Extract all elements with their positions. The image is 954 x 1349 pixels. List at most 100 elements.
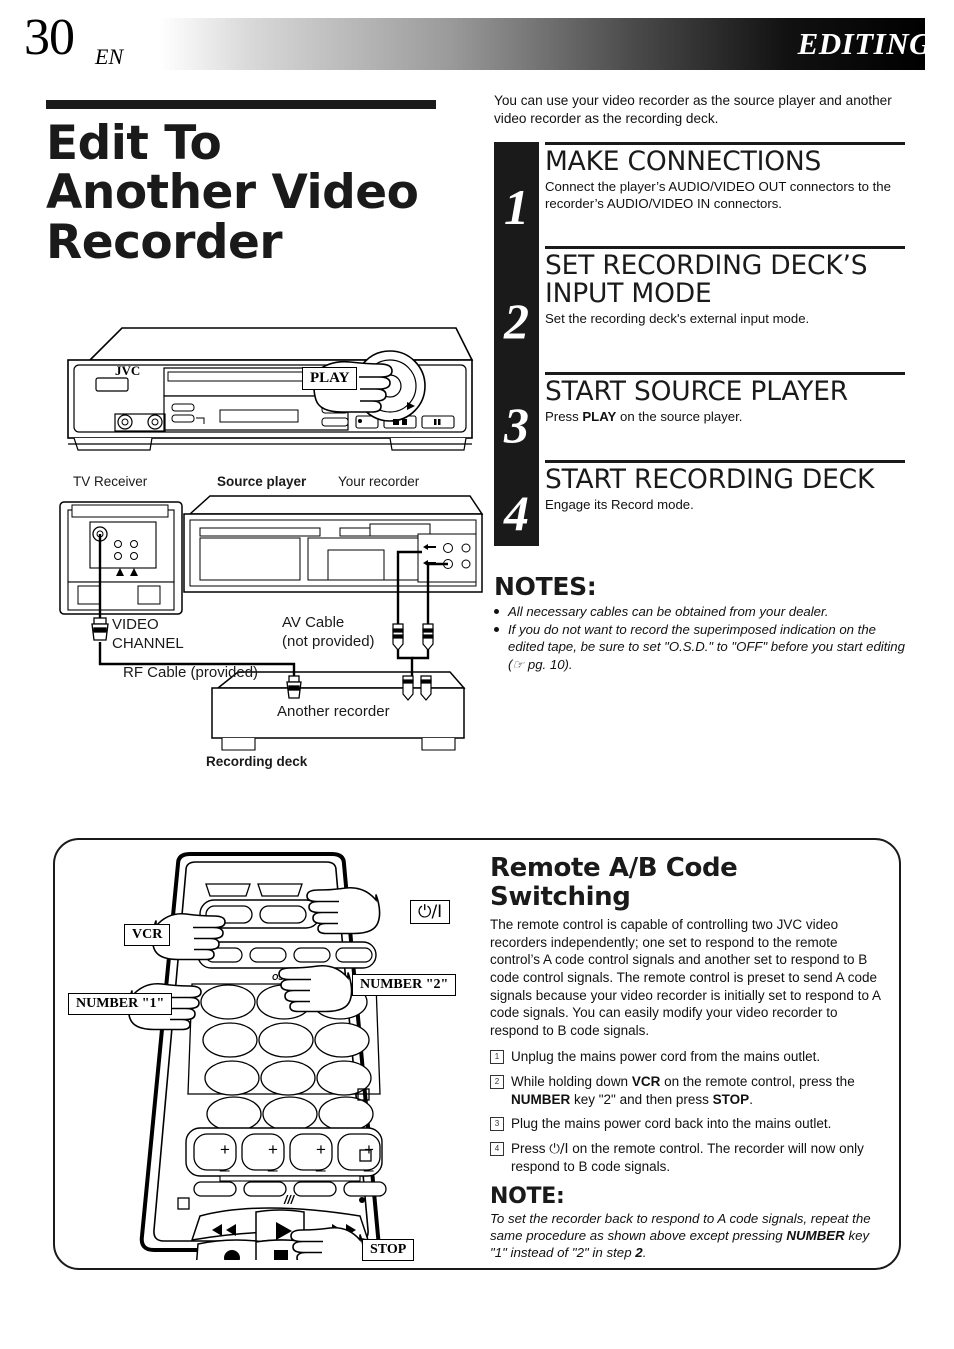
remote-ab-step-2-t2: on the remote control, press the — [660, 1074, 855, 1089]
step-body-3: Press PLAY on the source player. — [545, 409, 905, 426]
remote-ab-step-4-t1: Press — [511, 1140, 550, 1156]
step-box-number: 1 — [490, 1050, 504, 1065]
label-recording-deck: Recording deck — [206, 754, 308, 769]
remote-ab-note: To set the recorder back to respond to A… — [490, 1210, 882, 1262]
note-item: All necessary cables can be obtained fro… — [494, 603, 913, 620]
callout-number-2: NUMBER "2" — [352, 974, 457, 996]
step-box-number: 4 — [490, 1141, 504, 1156]
remote-ab-panel: + + + + _ _ _ _ ⏻/I OSD — [53, 838, 901, 1270]
step-rule-1 — [545, 142, 905, 146]
remote-ab-step-1-text: Unplug the mains power cord from the mai… — [511, 1049, 821, 1065]
step-rule-4 — [545, 460, 905, 464]
steps-list: 1 MAKE CONNECTIONS Connect the player’s … — [494, 142, 914, 547]
play-callout: PLAY — [302, 367, 358, 390]
remote-ab-step-2-t1: While holding down — [511, 1074, 632, 1089]
connection-diagram: TV Receiver Source player Your recorder … — [50, 472, 490, 802]
step-body-1: Connect the player’s AUDIO/VIDEO OUT con… — [545, 179, 891, 212]
step-number-4: 4 — [504, 485, 529, 542]
step-body-3-bold: PLAY — [582, 409, 617, 425]
step-heading-3: START SOURCE PLAYER — [545, 376, 848, 408]
callout-vcr: VCR — [124, 924, 171, 946]
remote-ab-step-2-t3: key "2" and then press — [570, 1091, 713, 1107]
step-number-2: 2 — [504, 293, 529, 350]
remote-ab-title-line-1: Remote A/B Code — [490, 853, 738, 883]
step-body-3-prefix: Press — [545, 409, 583, 425]
remote-ab-step-2: 2 While holding down VCR on the remote c… — [490, 1073, 903, 1108]
title-rule — [46, 100, 436, 109]
pointing-hand-power — [306, 886, 381, 935]
remote-ab-note-t3: . — [642, 1245, 647, 1261]
notes-heading: NOTES: — [494, 572, 597, 602]
step-item-1: 1 MAKE CONNECTIONS Connect the player’s … — [494, 142, 914, 246]
remote-ab-note-b1: NUMBER — [786, 1228, 845, 1244]
notes-list: All necessary cables can be obtained fro… — [494, 603, 914, 673]
step-rule-3 — [545, 372, 905, 376]
remote-ab-step-3: 3 Plug the mains power cord back into th… — [490, 1115, 903, 1133]
label-rf-cable: RF Cable (provided) — [123, 664, 259, 681]
step-number-3: 3 — [504, 397, 529, 454]
step-number-1: 1 — [504, 179, 529, 236]
pointing-hand-number2 — [278, 964, 353, 1013]
page-title-line-3: Recorder — [46, 214, 283, 270]
callout-number-1: NUMBER "1" — [68, 993, 173, 1015]
remote-ab-steps: 1 Unplug the mains power cord from the m… — [490, 1048, 888, 1175]
label-tv-receiver: TV Receiver — [73, 474, 148, 489]
step-body-2: Set the recording deck's external input … — [545, 311, 810, 327]
label-av-cable-line1: AV Cable — [282, 614, 345, 631]
remote-ab-step-2-t4: . — [749, 1091, 753, 1107]
note-item: If you do not want to record the superim… — [494, 621, 913, 672]
step-item-3: 3 START SOURCE PLAYER Press PLAY on the … — [494, 372, 914, 460]
step-heading-4: START RECORDING DECK — [545, 464, 875, 496]
right-column: You can use your video recorder as the s… — [494, 92, 914, 674]
remote-control-illustration: + + + + _ _ _ _ ⏻/I OSD — [60, 850, 470, 1261]
label-video-line2: CHANNEL — [112, 635, 184, 652]
section-title: EDITING — [797, 26, 932, 61]
callout-stop: STOP — [362, 1239, 415, 1261]
label-your-recorder: Your recorder — [338, 474, 420, 489]
svg-text:_: _ — [363, 1153, 374, 1172]
label-video-line1: VIDEO — [112, 616, 159, 633]
jvc-logo: JVC — [115, 363, 140, 378]
page-title: Edit To Another Video Recorder — [46, 119, 476, 267]
page-title-line-1: Edit To — [46, 116, 222, 171]
pointing-hand-stop — [290, 1226, 365, 1260]
svg-text:_: _ — [315, 1153, 326, 1172]
page-title-line-2: Another Video — [46, 165, 419, 221]
step-body-4: Engage its Record mode. — [545, 497, 694, 513]
remote-ab-body: The remote control is capable of control… — [490, 917, 881, 1038]
manual-page: 30 EN EDITING Edit To Another Video Reco… — [0, 0, 954, 1349]
step-rule-2 — [545, 246, 905, 250]
step-box-number: 3 — [490, 1117, 504, 1132]
remote-ab-step-3-text: Plug the mains power cord back into the … — [511, 1116, 832, 1132]
intro-paragraph: You can use your video recorder as the s… — [494, 93, 892, 127]
vcr-front-illustration: JVC PLAY — [60, 320, 480, 465]
step-heading-1: MAKE CONNECTIONS — [545, 146, 822, 178]
page-header: 30 EN EDITING — [0, 12, 954, 70]
remote-ab-step-2-b3: STOP — [712, 1091, 750, 1107]
power-icon: ⏻/I — [549, 1140, 569, 1157]
remote-ab-step-2-b1: VCR — [631, 1074, 661, 1089]
page-number: 30 — [24, 9, 75, 66]
remote-ab-title-line-2: Switching — [490, 881, 631, 912]
svg-text:///: /// — [283, 1193, 296, 1207]
svg-text:_: _ — [267, 1153, 278, 1172]
svg-text:_: _ — [219, 1153, 230, 1172]
step-box-number: 2 — [490, 1075, 504, 1089]
remote-ab-note-b2: 2 — [635, 1245, 643, 1261]
step-item-4: 4 START RECORDING DECK Engage its Record… — [494, 460, 914, 546]
left-column: Edit To Another Video Recorder — [46, 100, 476, 267]
label-source-player: Source player — [217, 474, 307, 489]
callout-power-icon: ⏻/I — [410, 900, 451, 924]
step-item-2: 2 SET RECORDING DECK’S INPUT MODE Set th… — [494, 246, 914, 372]
remote-ab-title: Remote A/B Code Switching — [490, 854, 888, 911]
language-code: EN — [95, 44, 124, 69]
remote-ab-text-column: Remote A/B Code Switching The remote con… — [490, 854, 888, 1262]
label-av-cable-line2: (not provided) — [282, 633, 375, 650]
remote-ab-step-1: 1 Unplug the mains power cord from the m… — [490, 1048, 903, 1066]
step-heading-2: SET RECORDING DECK’S INPUT MODE — [545, 250, 868, 310]
remote-ab-step-4: 4 Press ⏻/I on the remote control. The r… — [490, 1140, 903, 1176]
remote-ab-step-2-b2: NUMBER — [511, 1091, 571, 1107]
remote-ab-note-heading: NOTE: — [490, 1183, 565, 1209]
label-another-recorder: Another recorder — [277, 703, 390, 720]
step-body-3-suffix: on the source player. — [616, 409, 743, 425]
